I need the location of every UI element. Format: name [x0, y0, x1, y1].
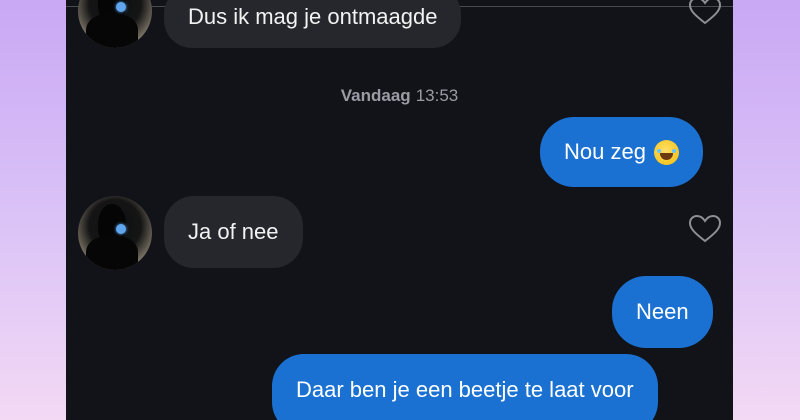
- timestamp-divider: Vandaag 13:53: [66, 86, 733, 106]
- message-text: Daar ben je een beetje te laat voor: [296, 377, 634, 402]
- heart-outline-icon[interactable]: [688, 214, 722, 244]
- chat-screen: Dus ik mag je ontmaagde Vandaag 13:53 Nou…: [66, 0, 733, 420]
- avatar[interactable]: [78, 196, 152, 270]
- heart-outline-icon[interactable]: [688, 0, 722, 26]
- message-bubble-outgoing[interactable]: Daar ben je een beetje te laat voor: [272, 354, 658, 420]
- avatar-badge: [116, 224, 126, 234]
- message-bubble-incoming[interactable]: Ja of nee: [164, 196, 303, 268]
- message-bubble-outgoing[interactable]: Neen: [612, 276, 713, 348]
- message-text: Dus ik mag je ontmaagde: [188, 4, 438, 29]
- avatar-silhouette-body: [86, 14, 138, 48]
- message-bubble-outgoing[interactable]: Nou zeg: [540, 117, 703, 187]
- message-text: Ja of nee: [188, 219, 279, 244]
- avatar-badge: [116, 2, 126, 12]
- avatar[interactable]: [78, 0, 152, 48]
- avatar-silhouette-body: [86, 236, 138, 270]
- message-text: Neen: [636, 299, 689, 324]
- message-bubble-incoming[interactable]: Dus ik mag je ontmaagde: [164, 0, 462, 48]
- timestamp-time: 13:53: [415, 86, 459, 105]
- tears-of-joy-emoji-icon: [653, 139, 679, 165]
- timestamp-day: Vandaag: [340, 86, 411, 105]
- message-text: Nou zeg: [564, 139, 646, 164]
